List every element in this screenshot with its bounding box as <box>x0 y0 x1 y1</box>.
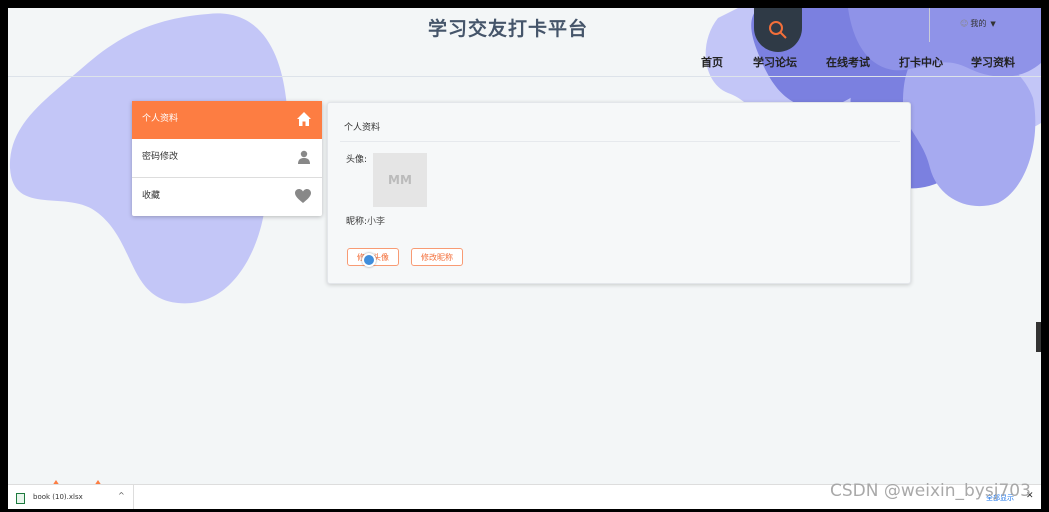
sidebar: 个人资料 密码修改 收藏 <box>132 101 322 216</box>
edit-nickname-button[interactable]: 修改昵称 <box>411 248 463 266</box>
caret-down-icon: ▼ <box>990 20 996 28</box>
nickname-label: 昵称: <box>346 217 368 227</box>
nav-item-exam[interactable]: 在线考试 <box>826 54 870 70</box>
nickname-row: 昵称:小李 <box>346 214 385 227</box>
excel-file-icon <box>16 493 25 504</box>
nickname-value: 小李 <box>367 217 386 227</box>
user-menu[interactable]: ☺ 我的 ▼ <box>960 18 996 29</box>
sidebar-item-profile[interactable]: 个人资料 <box>132 101 322 139</box>
app-window: 学习交友打卡平台 ☺ 我的 ▼ 首页 学习论坛 在线考试 打卡中心 学习资料 个人资… <box>8 8 1041 484</box>
scrollbar-thumb[interactable] <box>1036 322 1041 352</box>
card-divider <box>340 141 900 142</box>
home-icon <box>296 111 312 130</box>
sidebar-item-label: 个人资料 <box>142 114 179 124</box>
person-icon <box>296 149 312 168</box>
sidebar-item-label: 收藏 <box>142 191 161 201</box>
avatar: MM <box>373 153 427 207</box>
nav-item-materials[interactable]: 学习资料 <box>971 54 1015 70</box>
header-divider <box>8 76 1041 77</box>
sidebar-item-label: 密码修改 <box>142 152 179 162</box>
cursor-indicator <box>362 253 376 267</box>
nav-item-forum[interactable]: 学习论坛 <box>753 54 797 70</box>
watermark: CSDN @weixin_bysj703 <box>830 481 1031 501</box>
download-item[interactable]: book (10).xlsx ^ <box>8 485 134 509</box>
user-menu-label: 我的 <box>970 19 987 28</box>
download-file-name: book (10).xlsx <box>33 493 83 501</box>
header-separator <box>929 8 930 42</box>
sidebar-item-favorites[interactable]: 收藏 <box>132 178 322 216</box>
avatar-label: 头像: <box>346 155 368 165</box>
profile-card: 个人资料 头像: MM 昵称:小李 修改头像 修改昵称 <box>327 102 911 284</box>
sidebar-item-password[interactable]: 密码修改 <box>132 139 322 178</box>
nav-item-checkin[interactable]: 打卡中心 <box>899 54 943 70</box>
nav-item-home[interactable]: 首页 <box>701 54 723 70</box>
heart-icon <box>294 188 312 207</box>
site-title: 学习交友打卡平台 <box>427 18 588 40</box>
user-icon: ☺ <box>960 19 969 28</box>
search-icon <box>769 21 787 39</box>
card-title: 个人资料 <box>344 123 381 133</box>
chevron-up-icon[interactable]: ^ <box>118 491 125 500</box>
